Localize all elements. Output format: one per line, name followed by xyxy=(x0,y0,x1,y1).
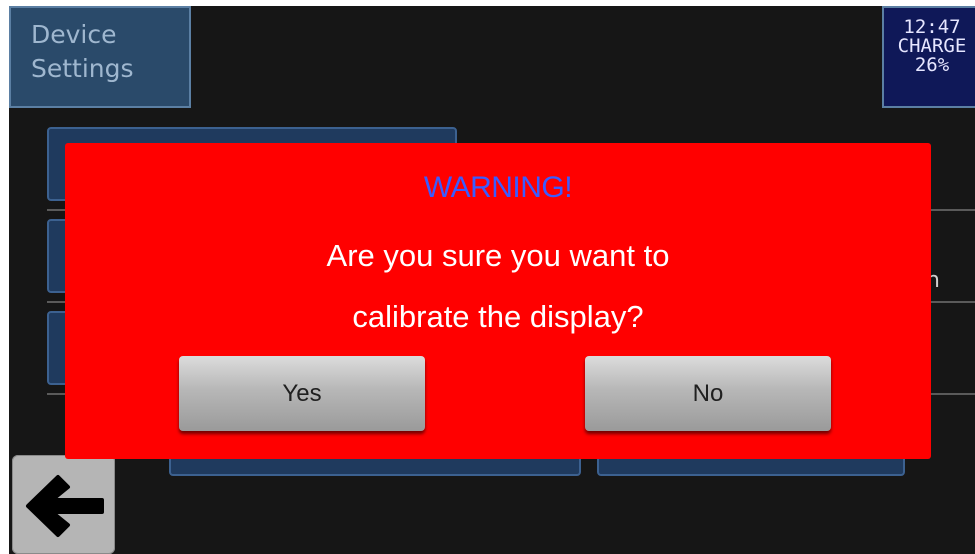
page-title: Device Settings xyxy=(9,6,191,108)
page-title-line1: Device xyxy=(31,20,117,49)
no-button[interactable]: No xyxy=(585,356,831,431)
warning-dialog: WARNING! Are you sure you want to calibr… xyxy=(65,143,931,459)
charge-percent: 26% xyxy=(914,54,950,76)
yes-button[interactable]: Yes xyxy=(179,356,425,431)
left-arrow-icon xyxy=(26,475,104,537)
dialog-title: WARNING! xyxy=(423,171,573,204)
status-panel: 12:47 CHARGE 26% xyxy=(882,6,975,108)
dialog-message-line1: Are you sure you want to xyxy=(326,238,670,273)
page-title-line2: Settings xyxy=(31,54,134,83)
dialog-message-line2: calibrate the display? xyxy=(352,299,644,334)
back-button[interactable] xyxy=(12,455,115,554)
device-screen: Device Settings 12:47 CHARGE 26% n WARNI… xyxy=(9,6,975,554)
